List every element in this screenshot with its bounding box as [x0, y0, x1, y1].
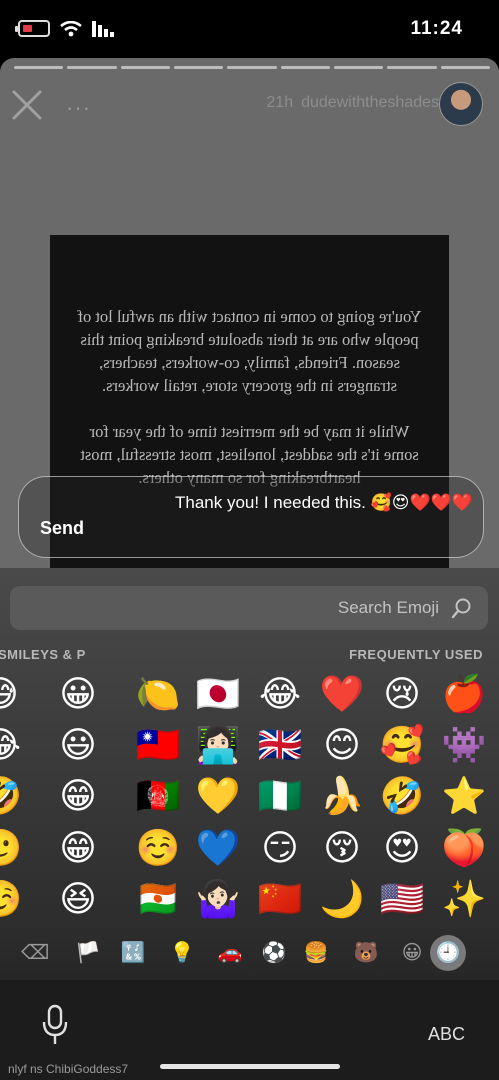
activity-icon[interactable]: ⚽ — [261, 940, 287, 966]
search-placeholder: Search Emoji — [337, 598, 439, 617]
emoji-key[interactable]: 😂 — [257, 671, 303, 717]
smileys-icon[interactable]: 😀 — [399, 940, 425, 966]
emoji-key[interactable]: 🇯🇵 — [195, 671, 241, 717]
story-username[interactable]: dudewiththeshades — [301, 94, 439, 112]
send-button[interactable]: Send — [40, 518, 84, 539]
story-progress-bars — [14, 66, 490, 69]
delete-icon[interactable]: ⌫ — [21, 940, 49, 966]
home-indicator[interactable] — [160, 1064, 340, 1069]
close-icon[interactable] — [10, 88, 44, 122]
emoji-key[interactable]: 🌙 — [319, 876, 365, 922]
microphone-icon[interactable] — [42, 1004, 68, 1046]
battery-icon — [15, 20, 50, 37]
emoji-key[interactable]: 🥰 — [379, 722, 425, 768]
reply-field[interactable] — [18, 476, 484, 558]
emoji-key[interactable]: 🇳🇬 — [257, 773, 303, 819]
caption-text: nlyf ns ChibiGoddess7 — [8, 1062, 129, 1076]
emoji-key[interactable]: 🇺🇸 — [379, 876, 425, 922]
emoji-key[interactable]: 😊 — [319, 722, 365, 768]
emoji-key[interactable]: 😃 — [55, 722, 101, 768]
emoji-key[interactable]: 🍋 — [135, 671, 181, 717]
more-options-icon[interactable]: ··· — [66, 95, 91, 121]
symbols-icon[interactable]: 🔣 — [120, 940, 146, 966]
emoji-key[interactable]: ☺️ — [0, 876, 23, 922]
wifi-icon — [60, 20, 82, 36]
emoji-key[interactable]: 💛 — [195, 773, 241, 819]
emoji-key[interactable]: 😢 — [379, 671, 425, 717]
abc-button[interactable]: ABC — [428, 1024, 465, 1045]
emoji-key[interactable]: 👩🏻‍💻 — [195, 722, 241, 768]
status-icons — [15, 20, 114, 37]
emoji-key[interactable]: 🍌 — [319, 773, 365, 819]
story-card-text: You're going to come in contact with an … — [77, 307, 422, 487]
animals-icon[interactable]: 🐻 — [353, 940, 379, 966]
emoji-key[interactable]: 🍎 — [441, 671, 487, 717]
emoji-key[interactable]: 😀 — [55, 671, 101, 717]
story-age: 21h — [266, 94, 294, 111]
travel-icon[interactable]: 🚗 — [217, 940, 243, 966]
reply-text: Thank you! I needed this. 🥰😍❤️❤️❤️ — [174, 493, 473, 512]
emoji-key[interactable]: 😁 — [55, 825, 101, 871]
emoji-key[interactable]: 😚 — [319, 825, 365, 871]
emoji-key[interactable]: 😅 — [0, 671, 23, 717]
search-icon — [451, 598, 471, 619]
objects-icon[interactable]: 💡 — [169, 940, 195, 966]
food-icon[interactable]: 🍔 — [303, 940, 329, 966]
emoji-key[interactable]: 🥲 — [0, 825, 23, 871]
signal-icon — [92, 20, 114, 37]
emoji-key[interactable]: 💙 — [195, 825, 241, 871]
emoji-key[interactable]: 😏 — [257, 825, 303, 871]
emoji-key[interactable]: ✨ — [441, 876, 487, 922]
recent-icon[interactable]: 🕘 — [430, 935, 466, 971]
category-smileys: SMILEYS & P — [0, 647, 86, 662]
emoji-key[interactable]: 🤣 — [0, 773, 23, 819]
story-header: 21h dudewiththeshades — [266, 94, 439, 112]
emoji-key[interactable]: 🇦🇫 — [135, 773, 181, 819]
emoji-key[interactable]: 👾 — [441, 722, 487, 768]
emoji-key[interactable]: 🇬🇧 — [257, 722, 303, 768]
emoji-key[interactable]: ⭐ — [441, 773, 487, 819]
emoji-key[interactable]: 😆 — [55, 876, 101, 922]
emoji-key[interactable]: 😍 — [379, 825, 425, 871]
emoji-key[interactable]: 😁 — [55, 773, 101, 819]
emoji-key[interactable]: 😂 — [0, 722, 23, 768]
status-time: 11:24 — [410, 18, 463, 39]
flags-icon[interactable]: 🏳️ — [75, 940, 101, 966]
emoji-key[interactable]: 🇹🇼 — [135, 722, 181, 768]
emoji-key[interactable]: 🍑 — [441, 825, 487, 871]
emoji-key[interactable]: 🇨🇳 — [257, 876, 303, 922]
emoji-key[interactable]: 🇳🇪 — [135, 876, 181, 922]
emoji-key[interactable]: 🤷🏻‍♀️ — [195, 876, 241, 922]
emoji-key[interactable]: ☺️ — [135, 825, 181, 871]
avatar[interactable] — [439, 82, 483, 126]
emoji-key[interactable]: 🤣 — [379, 773, 425, 819]
category-frequently-used: FREQUENTLY USED — [349, 647, 483, 662]
emoji-key[interactable]: ❤️ — [319, 671, 365, 717]
